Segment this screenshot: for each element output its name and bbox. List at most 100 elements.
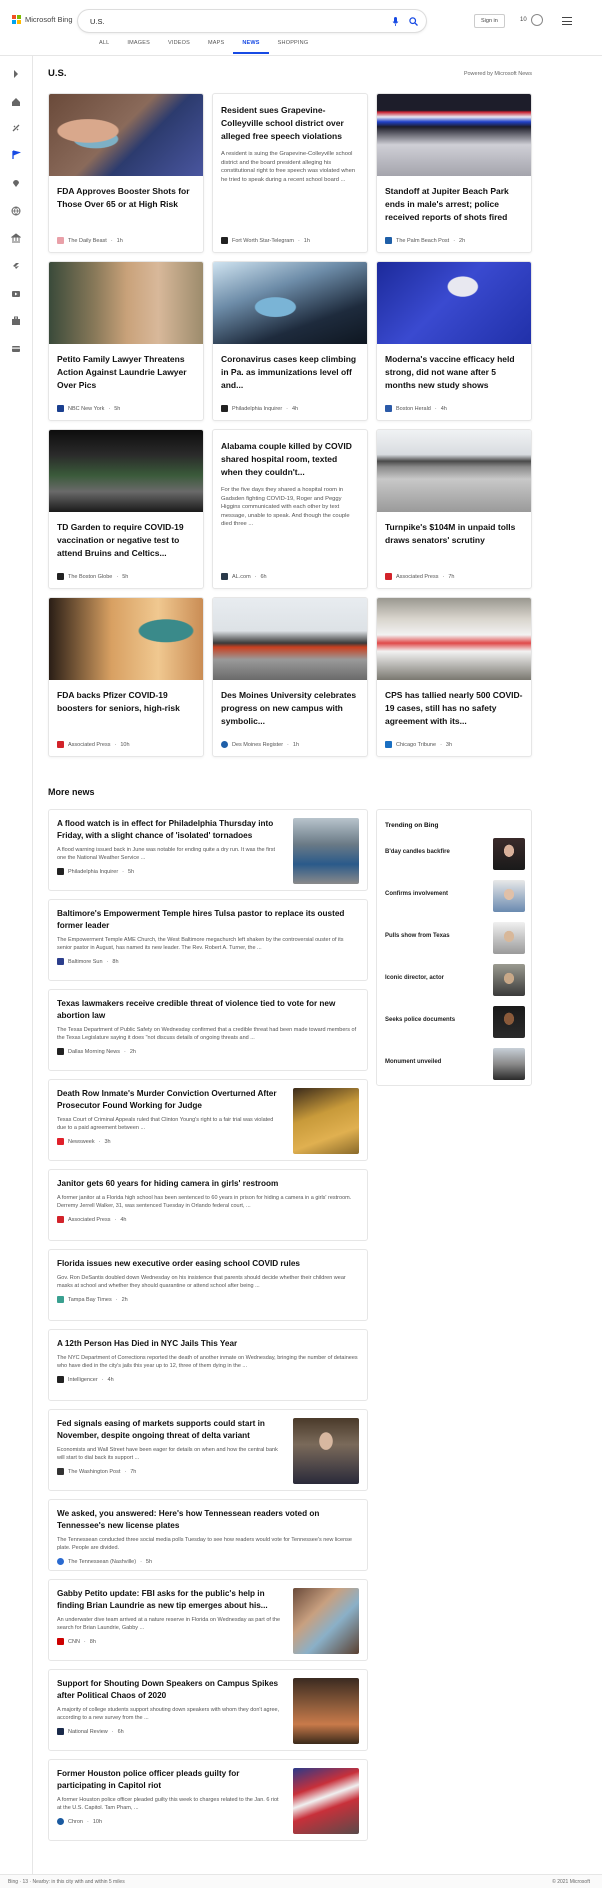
trending-item[interactable]: B'day candles backfire: [385, 838, 525, 870]
news-card[interactable]: Alabama couple killed by COVID shared ho…: [212, 429, 368, 589]
tab-shopping[interactable]: SHOPPING: [269, 40, 318, 54]
item-snippet: A former Houston police officer pleaded …: [57, 1797, 279, 1811]
news-card[interactable]: Standoff at Jupiter Beach Park ends in m…: [376, 93, 532, 253]
card-source: Chicago Tribune · 3h: [385, 741, 452, 748]
trending-item[interactable]: Seeks police documents: [385, 1006, 525, 1038]
trending-thumbnail: [493, 1006, 525, 1038]
item-thumbnail: [293, 1768, 359, 1834]
item-snippet: A majority of college students support s…: [57, 1707, 280, 1721]
news-card[interactable]: Resident sues Grapevine-Colleyville scho…: [212, 93, 368, 253]
item-snippet: The Empowerment Temple AME Church, the W…: [57, 937, 344, 951]
search-icon[interactable]: [409, 16, 418, 26]
menu-icon[interactable]: [562, 17, 572, 28]
news-card[interactable]: Petito Family Lawyer Threatens Action Ag…: [48, 261, 204, 421]
trending-item[interactable]: Pulls show from Texas: [385, 922, 525, 954]
rewards-button[interactable]: 10: [520, 14, 543, 26]
tab-videos[interactable]: VIDEOS: [159, 40, 199, 54]
news-list-item[interactable]: Gabby Petito update: FBI asks for the pu…: [48, 1579, 368, 1661]
trending-item[interactable]: Iconic director, actor: [385, 964, 525, 996]
item-snippet: A flood warning issued back in June was …: [57, 847, 275, 861]
source-logo-icon: [57, 1296, 64, 1303]
page-footer: Bing · 13 · Nearby: in this city with an…: [0, 1874, 602, 1888]
trending-label: Iconic director, actor: [385, 975, 445, 981]
news-list-item[interactable]: Former Houston police officer pleads gui…: [48, 1759, 368, 1841]
brand-name: Microsoft Bing: [25, 15, 73, 24]
card-source: Fort Worth Star-Telegram · 1h: [221, 237, 310, 244]
tab-all[interactable]: ALL: [90, 40, 118, 54]
us-news-flag-icon[interactable]: [10, 149, 22, 161]
news-list-item[interactable]: Support for Shouting Down Speakers on Ca…: [48, 1669, 368, 1751]
rewards-trophy-icon: [530, 14, 543, 26]
item-title: Texas lawmakers receive credible threat …: [57, 999, 336, 1020]
news-card[interactable]: Turnpike's $104M in unpaid tolls draws s…: [376, 429, 532, 589]
tab-maps[interactable]: MAPS: [199, 40, 233, 54]
news-card[interactable]: Des Moines University celebrates progres…: [212, 597, 368, 757]
source-logo-icon: [57, 1558, 64, 1565]
news-card[interactable]: FDA backs Pfizer COVID-19 boosters for s…: [48, 597, 204, 757]
card-title: Alabama couple killed by COVID shared ho…: [221, 441, 352, 477]
news-list-item[interactable]: Death Row Inmate's Murder Conviction Ove…: [48, 1079, 368, 1161]
politics-icon[interactable]: [10, 232, 22, 244]
news-list-item[interactable]: Fed signals easing of markets supports c…: [48, 1409, 368, 1491]
item-title: Fed signals easing of markets supports c…: [57, 1419, 265, 1440]
source-logo-icon: [57, 868, 64, 875]
tab-images[interactable]: IMAGES: [118, 40, 159, 54]
globe-icon[interactable]: [10, 205, 22, 217]
news-card[interactable]: Coronavirus cases keep climbing in Pa. a…: [212, 261, 368, 421]
source-logo-icon: [57, 1376, 64, 1383]
news-list-item[interactable]: Texas lawmakers receive credible threat …: [48, 989, 368, 1071]
source-logo-icon: [57, 405, 64, 412]
entertainment-icon[interactable]: [10, 288, 22, 300]
trending-item[interactable]: Confirms involvement: [385, 880, 525, 912]
news-card[interactable]: CPS has tallied nearly 500 COVID-19 case…: [376, 597, 532, 757]
news-list-item[interactable]: A flood watch is in effect for Philadelp…: [48, 809, 368, 891]
news-list-item[interactable]: Baltimore's Empowerment Temple hires Tul…: [48, 899, 368, 981]
trending-thumbnail: [493, 964, 525, 996]
source-logo-icon: [385, 741, 392, 748]
trending-label: Monument unveiled: [385, 1059, 442, 1065]
card-title: Standoff at Jupiter Beach Park ends in m…: [385, 186, 509, 222]
search-input[interactable]: [90, 16, 392, 26]
news-list-item[interactable]: Florida issues new executive order easin…: [48, 1249, 368, 1321]
home-icon[interactable]: [10, 96, 22, 108]
item-source: Tampa Bay Times · 2h: [57, 1296, 359, 1303]
search-nav-tabs: ALL IMAGES VIDEOS MAPS NEWS SHOPPING: [90, 40, 317, 54]
item-source: Philadelphia Inquirer · 5h: [57, 868, 283, 875]
sign-in-button[interactable]: Sign in: [474, 14, 505, 28]
card-image: [213, 262, 367, 344]
news-list-item[interactable]: We asked, you answered: Here's how Tenne…: [48, 1499, 368, 1571]
business-icon[interactable]: [10, 315, 22, 327]
news-card[interactable]: Moderna's vaccine efficacy held strong, …: [376, 261, 532, 421]
powered-by-label[interactable]: Powered by Microsoft News: [464, 71, 532, 77]
news-list-item[interactable]: A 12th Person Has Died in NYC Jails This…: [48, 1329, 368, 1401]
news-list-item[interactable]: Janitor gets 60 years for hiding camera …: [48, 1169, 368, 1241]
news-card[interactable]: FDA Approves Booster Shots for Those Ove…: [48, 93, 204, 253]
source-logo-icon: [221, 741, 228, 748]
card-source: Associated Press · 7h: [385, 573, 454, 580]
source-logo-icon: [57, 573, 64, 580]
trending-item[interactable]: Monument unveiled: [385, 1048, 525, 1080]
tab-news[interactable]: NEWS: [233, 40, 269, 54]
location-pin-icon[interactable]: [10, 177, 22, 189]
money-card-icon[interactable]: [10, 343, 22, 355]
trending-label: Pulls show from Texas: [385, 933, 450, 939]
search-box[interactable]: [78, 10, 426, 32]
item-source: The Washington Post · 7h: [57, 1468, 283, 1475]
item-snippet: The Texas Department of Public Safety on…: [57, 1027, 357, 1041]
footer-location[interactable]: Bing · 13 · Nearby: in this city with an…: [8, 1879, 125, 1885]
bing-logo[interactable]: Microsoft Bing: [12, 15, 73, 24]
card-source: The Palm Beach Post · 2h: [385, 237, 465, 244]
item-title: Janitor gets 60 years for hiding camera …: [57, 1179, 279, 1188]
technology-rocket-icon[interactable]: [10, 260, 22, 272]
card-title: FDA backs Pfizer COVID-19 boosters for s…: [57, 690, 180, 713]
expand-chevron-icon[interactable]: [10, 68, 22, 80]
source-logo-icon: [385, 405, 392, 412]
discover-icon[interactable]: [10, 122, 22, 134]
item-source: Baltimore Sun · 8h: [57, 958, 359, 965]
card-source: The Boston Globe · 5h: [57, 573, 128, 580]
card-title: Coronavirus cases keep climbing in Pa. a…: [221, 354, 357, 390]
source-logo-icon: [57, 1468, 64, 1475]
microphone-icon[interactable]: [392, 16, 399, 26]
item-source: The Tennessean (Nashville) · 5h: [57, 1558, 359, 1565]
news-card[interactable]: TD Garden to require COVID-19 vaccinatio…: [48, 429, 204, 589]
